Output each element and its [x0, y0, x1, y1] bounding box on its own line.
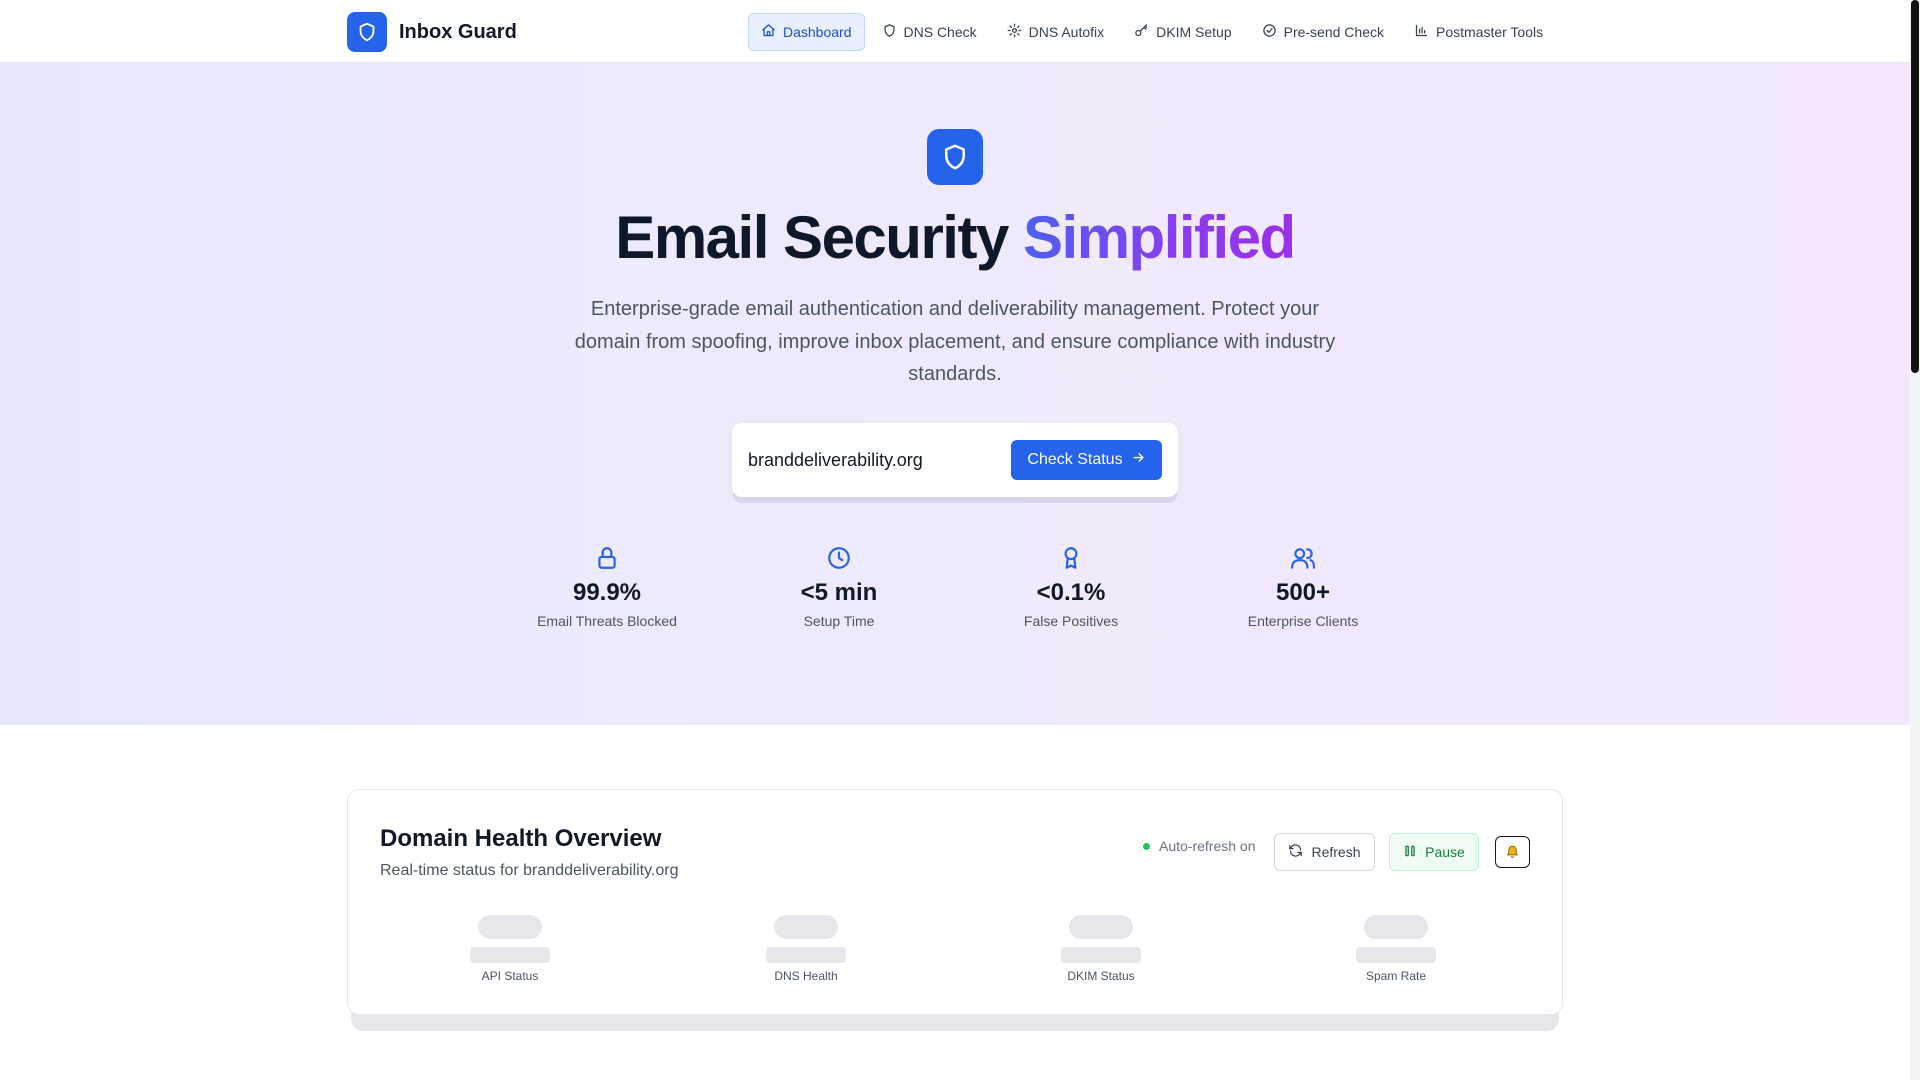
check-status-label: Check Status: [1027, 451, 1123, 468]
loading-skeleton: [1069, 915, 1133, 939]
shield-icon: [347, 12, 387, 52]
nav-label: Pre-send Check: [1283, 24, 1384, 40]
shield-icon: [882, 23, 897, 41]
domain-input[interactable]: [748, 437, 998, 483]
notifications-button[interactable]: [1495, 836, 1530, 868]
stat-label: False Positives: [1023, 613, 1119, 629]
hero-title: Email Security Simplified: [0, 203, 1910, 272]
bar-chart-icon: [1414, 23, 1429, 41]
check-status-button[interactable]: Check Status: [1011, 440, 1162, 480]
nav-item-pre-send-check[interactable]: Pre-send Check: [1249, 13, 1397, 51]
loading-skeleton: [478, 915, 542, 939]
main-nav: Dashboard DNS Check DNS Autofix DKIM Set…: [748, 13, 1556, 51]
nav-item-dashboard[interactable]: Dashboard: [748, 13, 865, 51]
users-icon: [1203, 545, 1403, 571]
nav-label: DNS Autofix: [1028, 24, 1105, 40]
gear-icon: [1007, 23, 1022, 41]
refresh-icon: [1288, 843, 1303, 861]
refresh-button[interactable]: Refresh: [1274, 833, 1375, 871]
key-icon: [1134, 23, 1149, 41]
stat-value: 500+: [1275, 579, 1331, 606]
nav-label: Dashboard: [783, 24, 852, 40]
nav-item-dkim-setup[interactable]: DKIM Setup: [1121, 13, 1244, 51]
stat-value: 99.9%: [572, 579, 642, 606]
metric-label: DNS Health: [774, 969, 838, 983]
domain-search-card: Check Status: [732, 423, 1178, 497]
lock-icon: [507, 545, 707, 571]
nav-item-postmaster-tools[interactable]: Postmaster Tools: [1401, 13, 1556, 51]
status-dot-icon: [1143, 842, 1150, 850]
loading-skeleton: [1364, 915, 1428, 939]
nav-label: DNS Check: [903, 24, 977, 40]
stat-false-positives: <0.1% False Positives: [971, 545, 1171, 629]
metric-label: DKIM Status: [1067, 969, 1135, 983]
metric-label: API Status: [481, 969, 539, 983]
loading-skeleton: [774, 915, 838, 939]
metric-dkim-status: DKIM Status: [1041, 915, 1161, 983]
award-icon: [971, 545, 1171, 571]
hero-section: Email Security Simplified Enterprise-gra…: [0, 63, 1910, 725]
domain-health-card: Domain Health Overview Real-time status …: [347, 789, 1563, 1015]
refresh-label: Refresh: [1311, 844, 1361, 860]
metric-label: Spam Rate: [1365, 969, 1427, 983]
hero-title-main: Email Security: [615, 204, 1009, 271]
loading-skeleton: [1061, 947, 1141, 963]
stat-label: Email Threats Blocked: [537, 613, 677, 629]
arrow-right-icon: [1131, 450, 1146, 470]
nav-item-dns-autofix[interactable]: DNS Autofix: [994, 13, 1117, 51]
pause-icon: [1403, 844, 1417, 861]
pause-button[interactable]: Pause: [1389, 833, 1479, 871]
stat-threats-blocked: 99.9% Email Threats Blocked: [507, 545, 707, 629]
loading-skeleton: [1356, 947, 1436, 963]
nav-item-dns-check[interactable]: DNS Check: [869, 13, 990, 51]
top-navbar: Inbox Guard Dashboard DNS Check DNS Auto…: [0, 0, 1910, 63]
loading-skeleton: [766, 947, 846, 963]
home-icon: [761, 23, 776, 41]
nav-label: DKIM Setup: [1156, 24, 1232, 40]
bell-icon: [1505, 843, 1520, 861]
hero-title-accent: Simplified: [1023, 204, 1296, 271]
brand-name: Inbox Guard: [399, 20, 517, 43]
metric-spam-rate: Spam Rate: [1336, 915, 1456, 983]
auto-refresh-status: Auto-refresh on: [1143, 838, 1256, 854]
stat-label: Setup Time: [803, 613, 875, 629]
auto-refresh-label: Auto-refresh on: [1159, 838, 1256, 854]
nav-label: Postmaster Tools: [1436, 24, 1544, 40]
brand[interactable]: Inbox Guard: [347, 12, 517, 52]
clock-icon: [739, 545, 939, 571]
metric-dns-health: DNS Health: [746, 915, 866, 983]
hero-subtitle: Enterprise-grade email authentication an…: [574, 298, 1336, 385]
stat-value: <0.1%: [1036, 579, 1106, 606]
loading-skeleton: [470, 947, 550, 963]
health-title: Domain Health Overview: [380, 825, 662, 852]
stat-setup-time: <5 min Setup Time: [739, 545, 939, 629]
stat-value: <5 min: [800, 579, 878, 606]
health-subtitle: Real-time status for branddeliverability…: [380, 862, 679, 879]
metric-api-status: API Status: [450, 915, 570, 983]
shield-icon: [927, 129, 983, 185]
scrollbar-thumb[interactable]: [1911, 0, 1919, 373]
stat-enterprise-clients: 500+ Enterprise Clients: [1203, 545, 1403, 629]
stat-label: Enterprise Clients: [1247, 613, 1359, 629]
pause-label: Pause: [1425, 844, 1465, 860]
check-circle-icon: [1262, 23, 1277, 41]
